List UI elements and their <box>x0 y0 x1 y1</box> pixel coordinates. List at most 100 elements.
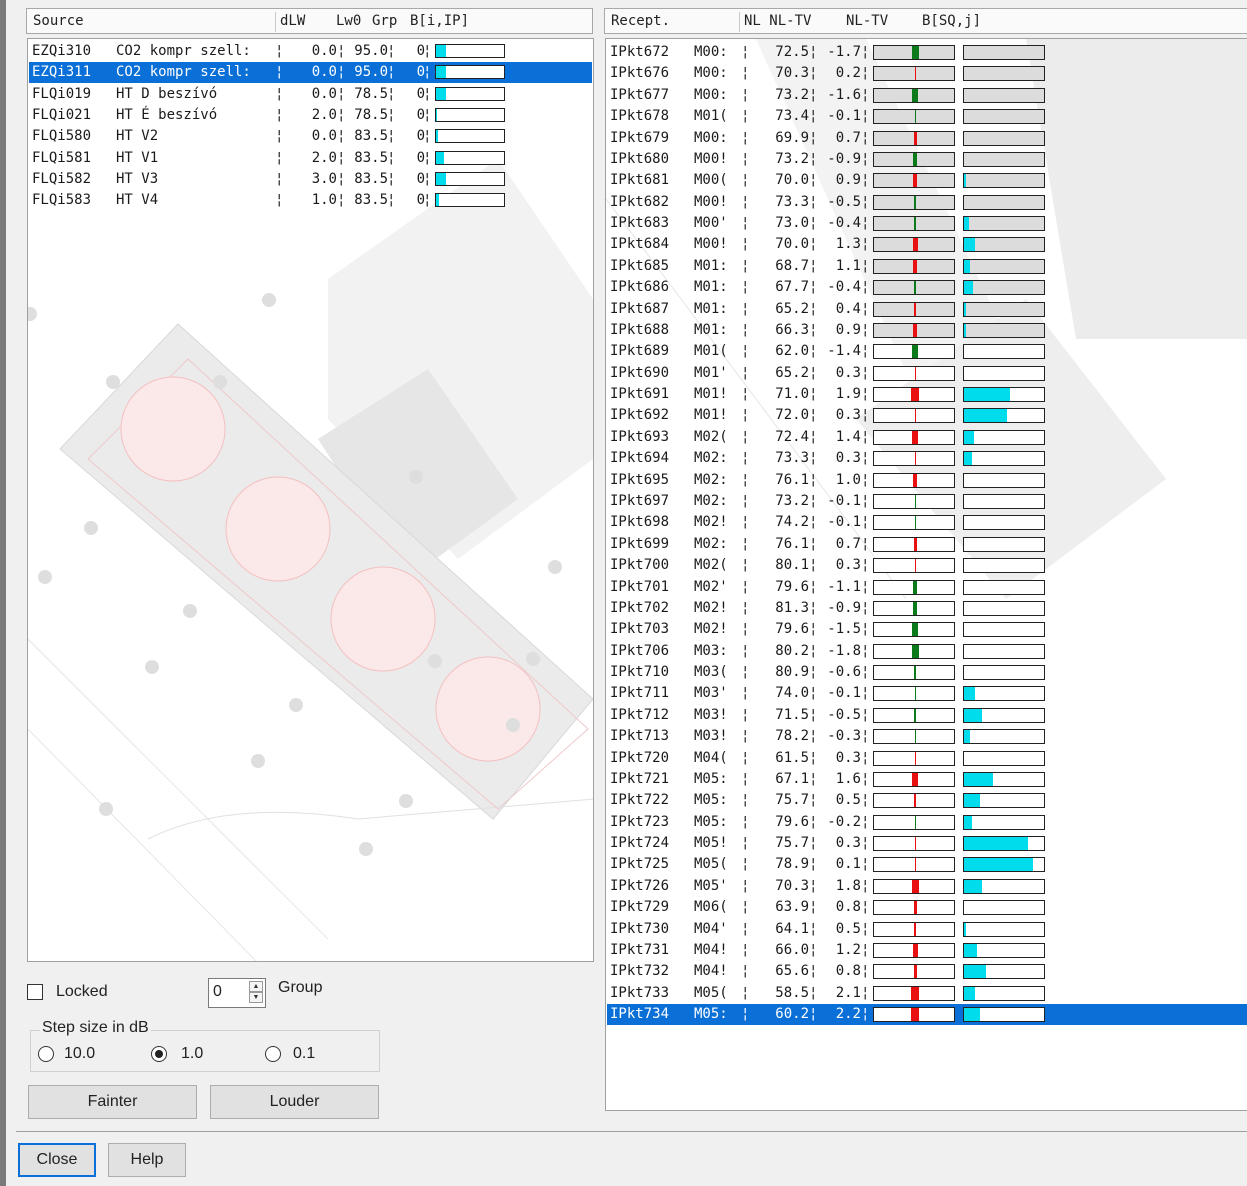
receptor-row[interactable]: IPkt692 M01! ¦ 72.0 ¦ 0.3 ¦ <box>607 405 1247 426</box>
receptor-row[interactable]: IPkt729 M06(¦ 63.9 ¦ 0.8 ¦ <box>607 897 1247 918</box>
receptor-row[interactable]: IPkt683 M00' ¦ 73.0 ¦ -0.4 ¦ <box>607 213 1247 234</box>
receptor-row[interactable]: IPkt688 M01: ¦ 66.3 ¦ 0.9 ¦ <box>607 320 1247 341</box>
group-label: Group <box>278 979 323 996</box>
receptor-row[interactable]: IPkt695 M02: ¦ 76.1 ¦ 1.0 ¦ <box>607 470 1247 491</box>
spin-down-icon[interactable]: ▼ <box>249 992 263 1003</box>
source-row[interactable]: FLQi583 HT V4 ¦ 1.0 ¦ 83.5 ¦ 0 ¦ <box>29 190 592 211</box>
receptor-list[interactable]: IPkt672 M00: ¦ 72.5 ¦ -1.7 ¦ IPkt676 M00: ¦ 70.3 ¦ 0… <box>605 38 1247 1111</box>
receptor-contribution-bar <box>963 536 1045 552</box>
receptor-row[interactable]: IPkt703 M02! ¦ 79.6 ¦ -1.5 ¦ <box>607 619 1247 640</box>
receptor-id: IPkt731 <box>610 941 670 958</box>
receptor-row[interactable]: IPkt701 M02' ¦ 79.6 ¦ -1.1 ¦ <box>607 577 1247 598</box>
source-row[interactable]: FLQi582 HT V3 ¦ 3.0 ¦ 83.5 ¦ 0 ¦ <box>29 169 592 190</box>
step-radio-0-1[interactable] <box>265 1046 281 1062</box>
step-radio-10[interactable] <box>38 1046 54 1062</box>
receptor-code: M02! <box>694 599 728 616</box>
receptor-bar-fill <box>964 323 966 337</box>
receptor-row[interactable]: IPkt734 M05: ¦ 60.2 ¦ 2.2 ¦ <box>607 1004 1247 1026</box>
cell-divider: ¦ <box>861 172 870 189</box>
receptor-row[interactable]: IPkt731 M04! ¦ 66.0 ¦ 1.2 ¦ <box>607 940 1247 961</box>
source-id: FLQi019 <box>32 85 92 102</box>
receptor-row[interactable]: IPkt702 M02! ¦ 81.3 ¦ -0.9 ¦ <box>607 598 1247 619</box>
receptor-row[interactable]: IPkt706 M03: ¦ 80.2 ¦ -1.8 ¦ <box>607 641 1247 662</box>
source-grp: 0 <box>416 192 425 209</box>
spin-up-icon[interactable]: ▲ <box>249 981 263 992</box>
source-row[interactable]: FLQi019 HT D beszívó ¦ 0.0 ¦ 78.5 ¦ 0 ¦ <box>29 84 592 105</box>
receptor-row[interactable]: IPkt678 M01(¦ 73.4 ¦ -0.1 ¦ <box>607 106 1247 127</box>
receptor-row[interactable]: IPkt687 M01: ¦ 65.2 ¦ 0.4 ¦ <box>607 299 1247 320</box>
col-nl[interactable]: NL NL-TV <box>744 9 811 34</box>
receptor-row[interactable]: IPkt723 M05: ¦ 79.6 ¦ -0.2 ¦ <box>607 812 1247 833</box>
receptor-row[interactable]: IPkt710 M03(¦ 80.9 ¦ -0.6 ¦ <box>607 662 1247 683</box>
receptor-row[interactable]: IPkt724 M05! ¦ 75.7 ¦ 0.3 ¦ <box>607 833 1247 854</box>
receptor-row[interactable]: IPkt694 M02: ¦ 73.3 ¦ 0.3 ¦ <box>607 448 1247 469</box>
nltv-indicator-bar <box>873 237 955 253</box>
receptor-nl: 67.7 <box>775 279 809 296</box>
receptor-row[interactable]: IPkt680 M00! ¦ 73.2 ¦ -0.9 ¦ <box>607 149 1247 170</box>
receptor-row[interactable]: IPkt681 M00(¦ 70.0 ¦ 0.9 ¦ <box>607 170 1247 191</box>
receptor-row[interactable]: IPkt698 M02! ¦ 74.2 ¦ -0.1 ¦ <box>607 512 1247 533</box>
receptor-row[interactable]: IPkt725 M05(¦ 78.9 ¦ 0.1 ¦ <box>607 854 1247 875</box>
receptor-row[interactable]: IPkt697 M02: ¦ 73.2 ¦ -0.1 ¦ <box>607 491 1247 512</box>
receptor-row[interactable]: IPkt676 M00: ¦ 70.3 ¦ 0.2 ¦ <box>607 63 1247 84</box>
receptor-nl: 73.2 <box>775 150 809 167</box>
receptor-row[interactable]: IPkt684 M00! ¦ 70.0 ¦ 1.3 ¦ <box>607 234 1247 255</box>
receptor-row[interactable]: IPkt711 M03' ¦ 74.0 ¦ -0.1 ¦ <box>607 683 1247 704</box>
source-row[interactable]: FLQi580 HT V2 ¦ 0.0 ¦ 83.5 ¦ 0 ¦ <box>29 126 592 147</box>
receptor-row[interactable]: IPkt685 M01: ¦ 68.7 ¦ 1.1 ¦ <box>607 256 1247 277</box>
col-receptor[interactable]: Recept. <box>611 9 670 34</box>
help-button[interactable]: Help <box>108 1143 186 1177</box>
source-list[interactable]: EZQi310 CO2 kompr szell: ¦ 0.0 ¦ 95.0 ¦ 0 ¦ EZQi3… <box>27 38 594 962</box>
close-button[interactable]: Close <box>18 1143 96 1177</box>
receptor-id: IPkt711 <box>610 685 670 702</box>
col-source[interactable]: Source <box>33 9 84 34</box>
source-row[interactable]: FLQi021 HT É beszívó ¦ 2.0 ¦ 78.5 ¦ 0 ¦ <box>29 105 592 126</box>
locked-checkbox[interactable] <box>27 984 43 1000</box>
receptor-row[interactable]: IPkt712 M03! ¦ 71.5 ¦ -0.5 ¦ <box>607 705 1247 726</box>
receptor-row[interactable]: IPkt720 M04(¦ 61.5 ¦ 0.3 ¦ <box>607 748 1247 769</box>
receptor-row[interactable]: IPkt691 M01! ¦ 71.0 ¦ 1.9 ¦ <box>607 384 1247 405</box>
receptor-row[interactable]: IPkt700 M02(¦ 80.1 ¦ 0.3 ¦ <box>607 555 1247 576</box>
receptor-row[interactable]: IPkt721 M05: ¦ 67.1 ¦ 1.6 ¦ <box>607 769 1247 790</box>
receptor-row[interactable]: IPkt699 M02: ¦ 76.1 ¦ 0.7 ¦ <box>607 534 1247 555</box>
receptor-id: IPkt720 <box>610 749 670 766</box>
col-b[interactable]: B[i,IP] <box>410 9 469 34</box>
receptor-row[interactable]: IPkt689 M01(¦ 62.0 ¦ -1.4 ¦ <box>607 341 1247 362</box>
receptor-row[interactable]: IPkt679 M00: ¦ 69.9 ¦ 0.7 ¦ <box>607 128 1247 149</box>
receptor-contribution-bar <box>963 387 1045 403</box>
receptor-row[interactable]: IPkt672 M00: ¦ 72.5 ¦ -1.7 ¦ <box>607 42 1247 63</box>
louder-button[interactable]: Louder <box>210 1085 379 1119</box>
receptor-row[interactable]: IPkt693 M02(¦ 72.4 ¦ 1.4 ¦ <box>607 427 1247 448</box>
receptor-code: M00: <box>694 129 728 146</box>
receptor-nl: 66.0 <box>775 941 809 958</box>
source-id: FLQi581 <box>32 149 92 166</box>
col-dlw[interactable]: dLW <box>280 9 305 34</box>
receptor-nltv: 0.3 <box>835 835 861 852</box>
receptor-nltv: -0.3 <box>827 728 861 745</box>
nltv-marker <box>913 473 917 487</box>
source-row[interactable]: EZQi310 CO2 kompr szell: ¦ 0.0 ¦ 95.0 ¦ 0 ¦ <box>29 41 592 62</box>
receptor-id: IPkt691 <box>610 386 670 403</box>
receptor-row[interactable]: IPkt730 M04' ¦ 64.1 ¦ 0.5 ¦ <box>607 919 1247 940</box>
col-bsq[interactable]: B[SQ,j] <box>922 9 981 34</box>
group-spinner[interactable]: 0 ▲ ▼ <box>208 978 266 1008</box>
col-lw0[interactable]: Lw0 <box>336 9 361 34</box>
receptor-row[interactable]: IPkt713 M03! ¦ 78.2 ¦ -0.3 ¦ <box>607 726 1247 747</box>
source-row[interactable]: EZQi311 CO2 kompr szell: ¦ 0.0 ¦ 95.0 ¦ 0 ¦ <box>29 62 592 84</box>
receptor-row[interactable]: IPkt732 M04! ¦ 65.6 ¦ 0.8 ¦ <box>607 961 1247 982</box>
col-nltv[interactable]: NL-TV <box>846 9 888 34</box>
source-row[interactable]: FLQi581 HT V1 ¦ 2.0 ¦ 83.5 ¦ 0 ¦ <box>29 148 592 169</box>
receptor-row[interactable]: IPkt677 M00: ¦ 73.2 ¦ -1.6 ¦ <box>607 85 1247 106</box>
step-radio-1[interactable] <box>151 1046 167 1062</box>
col-grp[interactable]: Grp <box>372 9 397 34</box>
receptor-row[interactable]: IPkt686 M01: ¦ 67.7 ¦ -0.4 ¦ <box>607 277 1247 298</box>
receptor-row[interactable]: IPkt682 M00! ¦ 73.3 ¦ -0.5 ¦ <box>607 192 1247 213</box>
receptor-row[interactable]: IPkt722 M05: ¦ 75.7 ¦ 0.5 ¦ <box>607 790 1247 811</box>
receptor-row[interactable]: IPkt726 M05' ¦ 70.3 ¦ 1.8 ¦ <box>607 876 1247 897</box>
receptor-row[interactable]: IPkt690 M01' ¦ 65.2 ¦ 0.3 ¦ <box>607 363 1247 384</box>
cell-divider: ¦ <box>275 149 284 166</box>
fainter-button[interactable]: Fainter <box>28 1085 197 1119</box>
group-value[interactable]: 0 <box>213 983 222 1001</box>
source-id: FLQi582 <box>32 170 92 187</box>
receptor-row[interactable]: IPkt733 M05(¦ 58.5 ¦ 2.1 ¦ <box>607 983 1247 1004</box>
